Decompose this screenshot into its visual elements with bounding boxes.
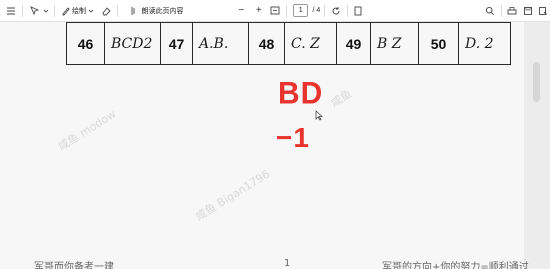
handwritten-answer: A.B.: [192, 22, 249, 65]
handwritten-answer: BCD2: [104, 22, 161, 65]
toolbar-divider: [117, 4, 119, 17]
question-number: 49: [336, 22, 371, 65]
vertical-scrollbar[interactable]: [524, 22, 550, 269]
zoom-out-button[interactable]: −: [235, 3, 247, 19]
print-icon[interactable]: [506, 3, 519, 19]
question-number: 48: [248, 22, 285, 65]
chevron-down-icon[interactable]: [41, 3, 51, 19]
watermark: 咸鱼: [328, 87, 355, 110]
read-aloud-button[interactable]: 朗读此页内容: [141, 6, 183, 16]
contents-icon[interactable]: [3, 3, 18, 19]
red-correction-answer: BD: [278, 76, 324, 111]
footer-left-text: 军哥而你备考一建: [34, 262, 114, 269]
scrollbar-thumb[interactable]: [533, 62, 540, 102]
footer-page-number: 1: [284, 258, 291, 269]
footer-right-text: 军哥的方向+你的努力=顺利通过: [382, 262, 529, 269]
toolbar-divider: [286, 4, 288, 17]
fit-page-icon[interactable]: [269, 3, 282, 19]
document-page: 46 BCD2 47 A.B. 48 C. Z 49 B Z 50 D. 2 B…: [0, 22, 524, 269]
table-row: 46 BCD2 47 A.B. 48 C. Z 49 B Z 50 D. 2: [66, 22, 511, 65]
text-cursor-icon[interactable]: [27, 3, 40, 19]
answer-table: 46 BCD2 47 A.B. 48 C. Z 49 B Z 50 D. 2: [66, 22, 511, 65]
page-view-icon[interactable]: [352, 3, 365, 19]
rotate-icon[interactable]: [329, 3, 342, 19]
search-icon[interactable]: [483, 3, 496, 19]
watermark: 咸鱼 modow: [55, 107, 119, 154]
toolbar-divider: [54, 4, 56, 17]
handwritten-answer: D. 2: [458, 22, 511, 65]
mouse-cursor-icon: [315, 108, 323, 126]
save-as-icon[interactable]: [537, 3, 550, 19]
zoom-in-button[interactable]: +: [253, 3, 265, 19]
draw-button[interactable]: 绘制: [72, 6, 86, 16]
handwritten-answer: B Z: [370, 22, 419, 65]
save-icon[interactable]: [521, 3, 534, 19]
read-aloud-icon[interactable]: [128, 3, 141, 19]
toolbar-divider: [324, 4, 326, 17]
page-total: / 4: [312, 7, 321, 14]
chevron-down-icon[interactable]: [86, 3, 96, 19]
toolbar-divider: [22, 4, 24, 17]
page-footer: 军哥而你备考一建 1 军哥的方向+你的努力=顺利通过: [0, 258, 529, 269]
pdf-toolbar: 绘制 朗读此页内容 − + 1 / 4: [0, 0, 550, 22]
toolbar-divider: [346, 4, 348, 17]
eraser-icon[interactable]: [100, 3, 113, 19]
draw-icon[interactable]: [59, 3, 72, 19]
handwritten-answer: C. Z: [284, 22, 337, 65]
watermark: 咸鱼 Bigan1796: [193, 167, 273, 224]
page-number-input[interactable]: 1: [293, 4, 309, 17]
question-number: 50: [418, 22, 459, 65]
red-score-mark: −1: [276, 122, 310, 153]
question-number: 46: [66, 22, 105, 65]
toolbar-divider: [500, 4, 502, 17]
question-number: 47: [160, 22, 193, 65]
